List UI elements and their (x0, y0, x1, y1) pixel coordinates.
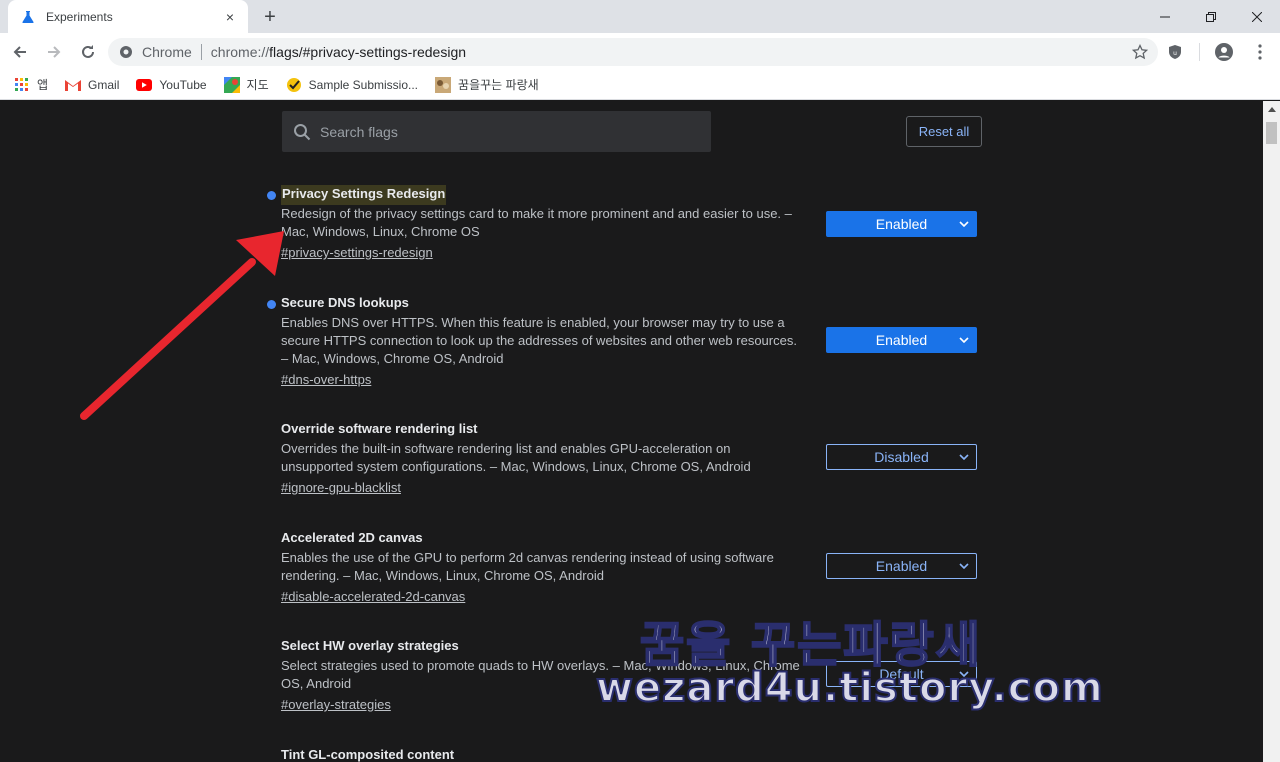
flag-disable-accelerated-2d-canvas: Accelerated 2D canvas Enables the use of… (281, 529, 981, 606)
flag-overlay-strategies: Select HW overlay strategies Select stra… (281, 637, 981, 714)
bookmark-apps[interactable]: 앱 (14, 76, 48, 93)
bookmark-youtube[interactable]: YouTube (136, 77, 207, 93)
flag-ignore-gpu-blacklist: Override software rendering list Overrid… (281, 420, 981, 497)
apps-grid-icon (14, 77, 30, 93)
flags-page: Search flags Reset all Privacy Settings … (0, 101, 1263, 762)
chevron-down-icon (958, 218, 970, 230)
tab-title: Experiments (46, 9, 113, 24)
flag-title: Privacy Settings Redesign (281, 185, 447, 205)
flag-permalink[interactable]: #disable-accelerated-2d-canvas (281, 588, 465, 606)
address-bar[interactable]: Chrome chrome://flags/#privacy-settings-… (108, 38, 1158, 66)
bookmark-gmail[interactable]: Gmail (65, 77, 119, 93)
flag-state-select[interactable]: Enabled (826, 327, 977, 353)
flag-title: Tint GL-composited content (281, 747, 455, 762)
restore-button[interactable] (1188, 0, 1234, 33)
reset-all-button[interactable]: Reset all (906, 116, 982, 147)
forward-button[interactable] (40, 38, 68, 66)
arrow-right-icon (48, 45, 61, 58)
flask-icon (20, 9, 36, 25)
flag-description: Overrides the built-in software renderin… (281, 441, 751, 474)
modified-indicator-dot (267, 300, 276, 309)
flag-title: Select HW overlay strategies (281, 638, 459, 653)
menu-kebab-icon[interactable] (1244, 36, 1276, 68)
flag-dns-over-https: Secure DNS lookups Enables DNS over HTTP… (267, 294, 981, 389)
bookmark-label: 앱 (37, 78, 49, 92)
minimize-button[interactable] (1142, 0, 1188, 33)
page-scrollbar[interactable] (1263, 101, 1280, 762)
search-placeholder: Search flags (320, 123, 398, 140)
flag-permalink[interactable]: #ignore-gpu-blacklist (281, 479, 401, 497)
scroll-thumb[interactable] (1266, 122, 1277, 144)
flag-title: Override software rendering list (281, 421, 478, 436)
close-window-button[interactable] (1234, 0, 1280, 33)
flag-description: Select strategies used to promote quads … (281, 658, 800, 691)
extension-shield-icon[interactable]: u (1159, 36, 1191, 68)
bookmark-label: Gmail (88, 77, 120, 92)
window-controls (1142, 0, 1280, 33)
flag-state-select[interactable]: Enabled (826, 553, 977, 579)
tab-strip: Experiments × + (0, 0, 1280, 33)
url-text: chrome://flags/#privacy-settings-redesig… (210, 44, 467, 60)
site-thumbnail-icon (435, 76, 452, 93)
site-label: Chrome (142, 44, 192, 60)
flag-tint-gl-composited-content: Tint GL-composited content (281, 746, 981, 762)
bookmarks-bar: 앱 Gmail YouTube 지도 Sample Submissio... 꿈… (0, 70, 1280, 100)
flag-permalink[interactable]: #overlay-strategies (281, 696, 391, 714)
toolbar-divider (1199, 42, 1200, 61)
bookmark-label: 꿈을꾸는 파랑새 (458, 78, 539, 92)
chrome-icon (118, 44, 134, 60)
toolbar-right: u (1159, 33, 1280, 70)
flag-privacy-settings-redesign: Privacy Settings Redesign Redesign of th… (267, 185, 981, 262)
flag-title: Accelerated 2D canvas (281, 530, 423, 545)
bookmark-sample-submission[interactable]: Sample Submissio... (286, 77, 418, 93)
search-icon (292, 122, 312, 142)
modified-indicator-dot (267, 191, 276, 200)
back-button[interactable] (6, 38, 34, 66)
chevron-down-icon (958, 451, 970, 463)
omnibox-separator (200, 44, 202, 60)
flag-state-select[interactable]: Enabled (826, 211, 977, 237)
checkmark-icon (286, 77, 302, 93)
chevron-down-icon (958, 668, 970, 680)
tab-experiments[interactable]: Experiments × (8, 0, 248, 33)
arrow-left-icon (13, 45, 26, 58)
flag-title: Secure DNS lookups (281, 295, 409, 310)
new-tab-button[interactable]: + (258, 5, 282, 29)
search-flags-input[interactable]: Search flags (282, 111, 711, 152)
flag-state-select[interactable]: Default (826, 661, 977, 687)
toolbar: Chrome chrome://flags/#privacy-settings-… (0, 33, 1280, 70)
chevron-down-icon (958, 334, 970, 346)
bookmark-blog[interactable]: 꿈을꾸는 파랑새 (435, 76, 539, 93)
bookmark-label: YouTube (159, 77, 207, 92)
flag-description: Redesign of the privacy settings card to… (281, 206, 792, 239)
bookmark-star-icon[interactable] (1132, 44, 1148, 60)
flag-description: Enables the use of the GPU to perform 2d… (281, 550, 774, 583)
close-tab-icon[interactable]: × (222, 9, 238, 25)
maps-icon (223, 76, 240, 93)
scroll-up-arrow-icon[interactable] (1263, 101, 1280, 118)
youtube-icon (136, 77, 153, 93)
reload-icon (82, 44, 94, 58)
svg-text:u: u (1173, 50, 1177, 57)
chevron-down-icon (958, 560, 970, 572)
profile-icon[interactable] (1208, 36, 1240, 68)
reload-button[interactable] (74, 38, 102, 66)
flag-state-select[interactable]: Disabled (826, 444, 977, 470)
gmail-icon (65, 77, 82, 93)
bookmark-label: 지도 (246, 78, 269, 92)
flag-description: Enables DNS over HTTPS. When this featur… (281, 315, 797, 366)
bookmark-maps[interactable]: 지도 (223, 76, 269, 93)
bookmark-label: Sample Submissio... (308, 77, 419, 92)
flag-permalink[interactable]: #privacy-settings-redesign (281, 244, 433, 262)
flag-permalink[interactable]: #dns-over-https (281, 371, 371, 389)
